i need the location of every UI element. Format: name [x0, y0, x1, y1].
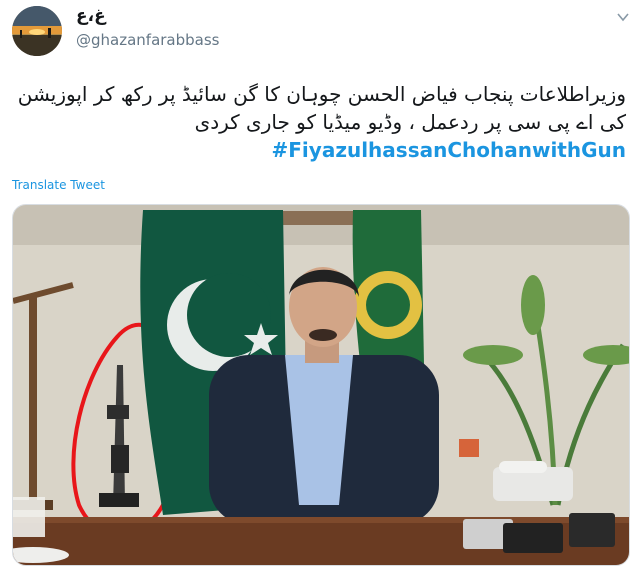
chevron-down-icon[interactable] — [616, 10, 630, 24]
tweet-text: وزیراطلاعات پنجاب فیاض الحسن چوہان کا گن… — [14, 80, 626, 164]
desk-phone — [493, 461, 573, 501]
avatar[interactable] — [12, 6, 62, 56]
laptop — [569, 513, 615, 547]
tweet-card: غ،ع @ghazanfarabbass وزیراطلاعات پنجاب ف… — [0, 0, 640, 571]
avatar-image — [12, 6, 62, 56]
hashtag-link[interactable]: #FiyazulhassanChohanwithGun — [272, 138, 626, 162]
video-frame — [13, 205, 629, 565]
display-name[interactable]: غ،ع — [76, 6, 106, 26]
handle[interactable]: @ghazanfarabbass — [76, 31, 220, 49]
media-video-thumbnail[interactable] — [12, 204, 630, 566]
tweet-text-line: کی اے پی سی پر ردعمل ، وڈیو میڈیا کو جار… — [194, 110, 626, 134]
orange-object — [459, 439, 479, 457]
tweet-text-line: وزیراطلاعات پنجاب فیاض الحسن چوہان کا گن… — [17, 82, 626, 106]
keyboard — [503, 523, 563, 553]
translate-tweet-link[interactable]: Translate Tweet — [12, 178, 105, 192]
